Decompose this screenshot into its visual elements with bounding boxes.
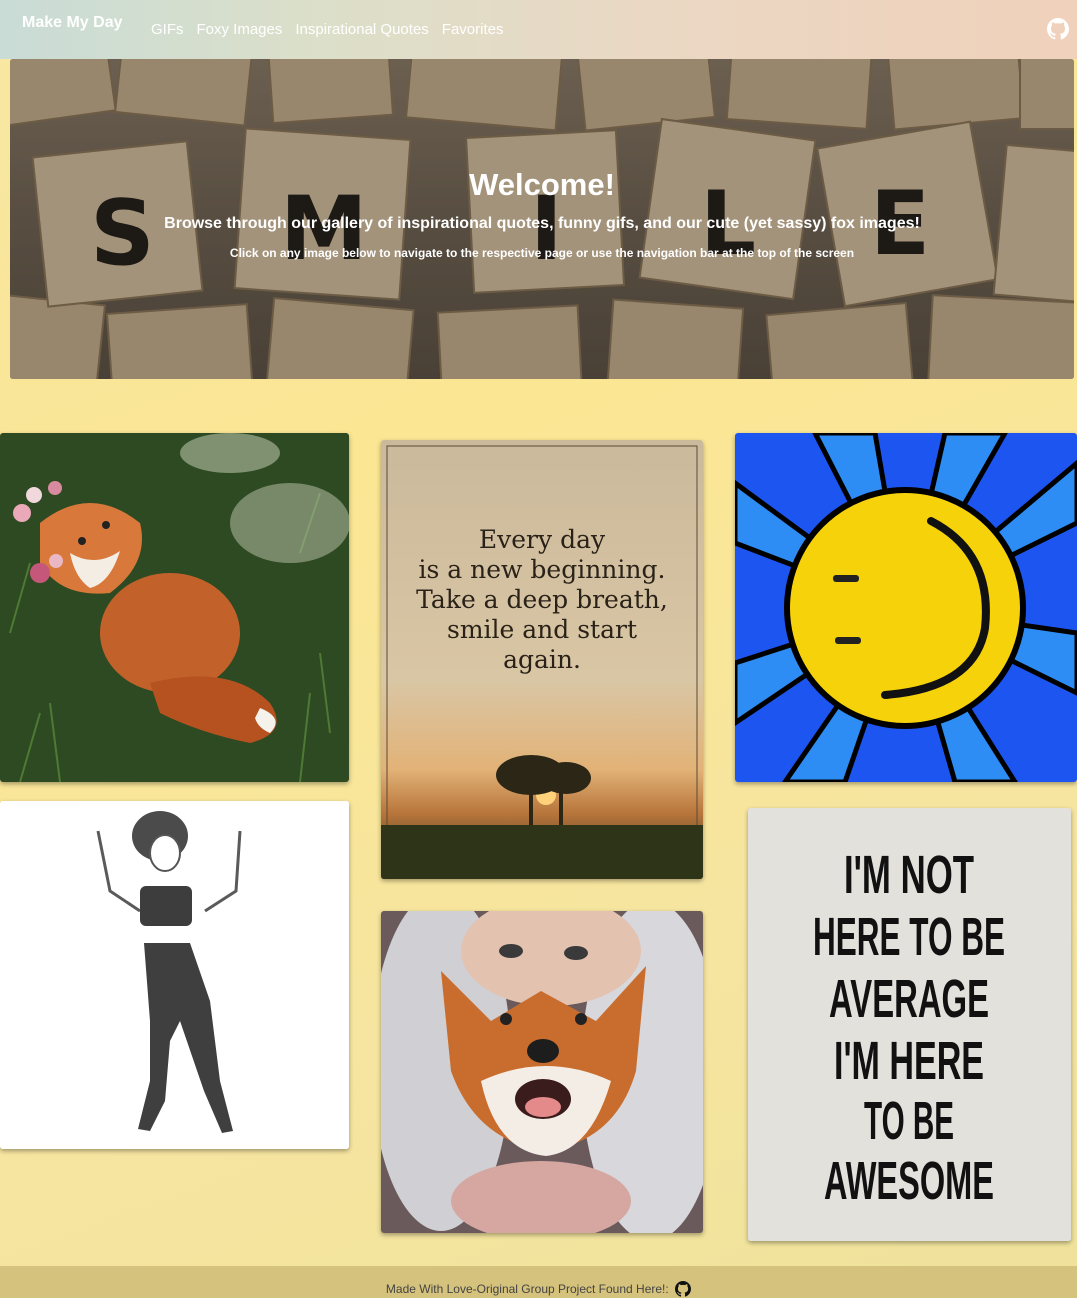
awesome-line-6: AWESOME (824, 1151, 994, 1211)
smiley-sun-image (735, 433, 1077, 782)
girl-with-fox-card[interactable] (381, 911, 703, 1233)
awesome-line-5: TO BE (864, 1091, 954, 1151)
girl-with-fox-image (381, 911, 703, 1233)
hero-title: Welcome! (469, 167, 615, 202)
hero-subtitle: Browse through our gallery of inspiratio… (164, 215, 920, 232)
quote-card-every-day[interactable]: Every day is a new beginning. Take a dee… (381, 440, 703, 879)
quote-line-1: Every day (479, 525, 606, 554)
nav-links: GIFs Foxy Images Inspirational Quotes Fa… (151, 21, 503, 38)
fox-flower-crown-image (0, 433, 349, 782)
nav-link-foxy-images[interactable]: Foxy Images (197, 21, 283, 38)
awesome-line-1: I'M NOT (844, 845, 974, 905)
github-icon[interactable] (675, 1281, 692, 1297)
nav-link-gifs[interactable]: GIFs (151, 21, 184, 38)
awesome-quote-image: I'M NOT HERE TO BE AVERAGE I'M HERE TO B… (748, 808, 1071, 1241)
quote-line-2: is a new beginning. (419, 555, 666, 584)
hero-note: Click on any image below to navigate to … (229, 246, 855, 260)
nav-link-inspirational-quotes[interactable]: Inspirational Quotes (295, 21, 428, 38)
github-icon[interactable] (1047, 18, 1069, 40)
awesome-line-2: HERE TO BE (813, 907, 1005, 967)
quote-line-5: again. (503, 645, 581, 674)
footer: Made With Love-Original Group Project Fo… (0, 1266, 1077, 1298)
fox-flower-crown-card[interactable] (0, 433, 349, 782)
dancing-woman-image (0, 801, 349, 1149)
quote-card-awesome[interactable]: I'M NOT HERE TO BE AVERAGE I'M HERE TO B… (748, 808, 1071, 1241)
nav-link-favorites[interactable]: Favorites (442, 21, 504, 38)
quote-sunset-image: Every day is a new beginning. Take a dee… (381, 440, 703, 879)
navbar: Make My Day GIFs Foxy Images Inspiration… (0, 0, 1077, 59)
quote-line-4: smile and start (447, 615, 637, 644)
hero-banner: S M I L E Welcome! Browse through our ga… (10, 59, 1074, 379)
awesome-line-3: AVERAGE (829, 969, 989, 1029)
footer-text: Made With Love-Original Group Project Fo… (385, 1282, 669, 1296)
smiley-sun-gif-card[interactable] (735, 433, 1077, 782)
brand-link[interactable]: Make My Day (22, 14, 123, 32)
awesome-line-4: I'M HERE (834, 1031, 984, 1091)
quote-line-3: Take a deep breath, (416, 585, 668, 614)
footer-text-row: Made With Love-Original Group Project Fo… (0, 1281, 1077, 1297)
dancing-woman-gif-card[interactable] (0, 801, 349, 1149)
